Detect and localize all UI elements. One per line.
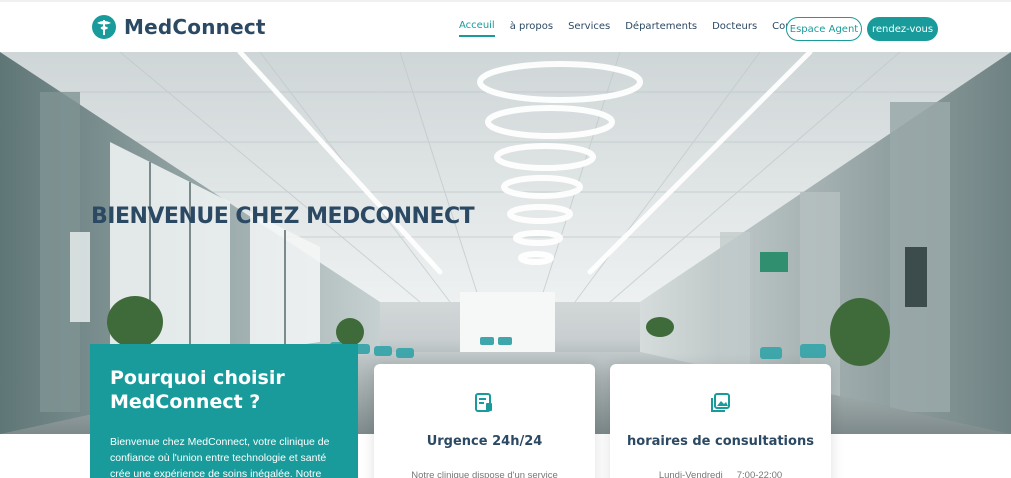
card-title: Urgence 24h/24 (426, 434, 543, 449)
schedule-day: Lundi-Vendredi (658, 470, 723, 478)
clipboard-icon (473, 392, 495, 414)
page: MedConnect Acceuil à propos Services Dép… (0, 0, 1011, 478)
images-icon (709, 392, 731, 414)
site-header: MedConnect Acceuil à propos Services Dép… (0, 0, 1011, 52)
caduceus-icon (92, 15, 116, 39)
nav-item-docteurs[interactable]: Docteurs (712, 21, 757, 36)
logo-text: MedConnect (124, 15, 266, 39)
hours-card: horaires de consultations Lundi-Vendredi… (610, 364, 831, 478)
why-title-line: Pourquoi choisir (110, 367, 285, 389)
why-text: Bienvenue chez MedConnect, votre cliniqu… (110, 434, 338, 478)
logo[interactable]: MedConnect (92, 15, 266, 39)
schedule-hours: 7:00-22:00 (736, 470, 783, 478)
why-text-line: Bienvenue chez MedConnect, votre cliniqu… (110, 436, 330, 448)
nav-item-services[interactable]: Services (568, 21, 610, 36)
hero-title: BIENVENUE CHEZ MEDCONNECT (91, 204, 475, 229)
why-title-line: MedConnect ? (110, 391, 261, 413)
main-nav: Acceuil à propos Services Départements D… (459, 20, 826, 37)
card-text: Notre clinique dispose d'un service (411, 470, 558, 478)
emergency-card: Urgence 24h/24 Notre clinique dispose d'… (374, 364, 595, 478)
nav-item-acceuil[interactable]: Acceuil (459, 20, 495, 37)
appointment-button[interactable]: rendez-vous (867, 17, 938, 41)
why-choose-box: Pourquoi choisir MedConnect ? Bienvenue … (90, 344, 358, 478)
card-title: horaires de consultations (627, 434, 814, 449)
nav-item-departements[interactable]: Départements (625, 21, 697, 36)
why-text-line: crée une expérience de soins inégalée. N… (110, 468, 322, 478)
why-title: Pourquoi choisir MedConnect ? (110, 366, 338, 414)
agent-space-button[interactable]: Espace Agent (786, 17, 862, 41)
schedule-row: Lundi-Vendredi 7:00-22:00 (610, 470, 831, 478)
why-text-line: confiance où l'union entre technologie e… (110, 452, 327, 464)
nav-item-a-propos[interactable]: à propos (510, 21, 553, 36)
